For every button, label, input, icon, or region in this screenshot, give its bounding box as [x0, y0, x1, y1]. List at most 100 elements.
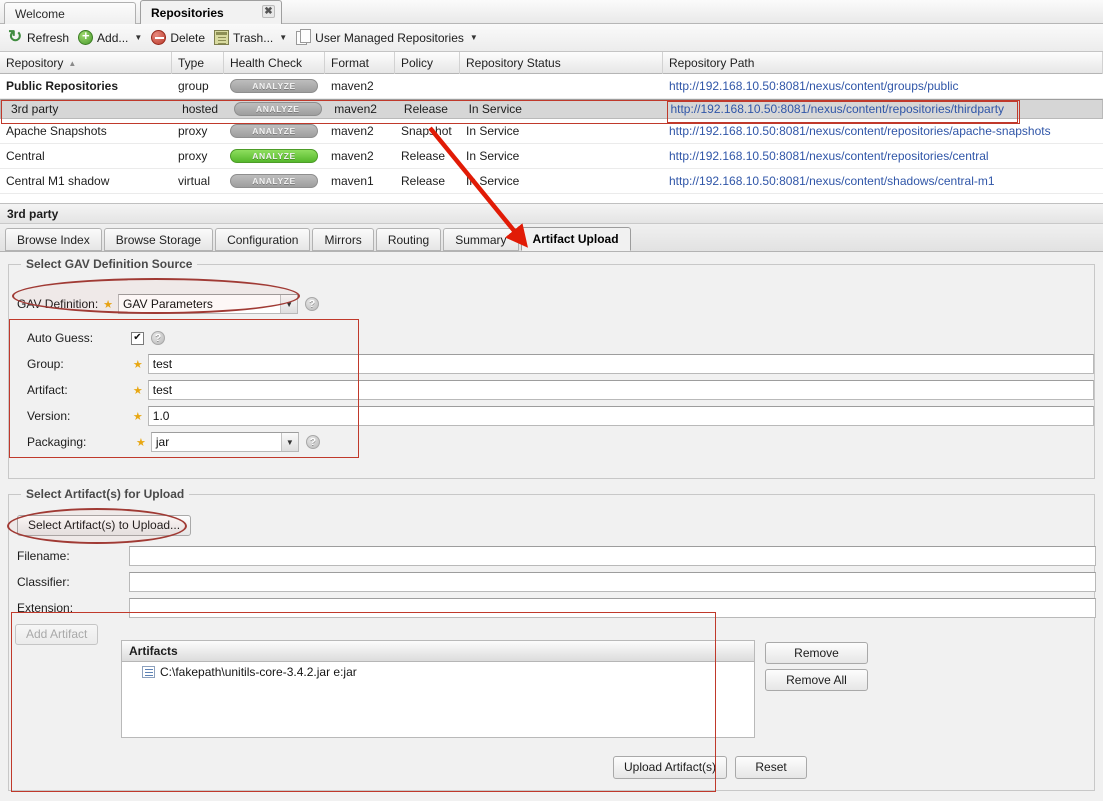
extension-label: Extension: [17, 601, 74, 615]
classifier-row: Classifier: [17, 571, 1096, 593]
upload-actions-row: Upload Artifact(s) Reset [613, 755, 808, 779]
help-icon[interactable]: ? [151, 331, 165, 345]
pages-icon [296, 29, 312, 45]
cell-repository: Public Repositories [6, 79, 119, 93]
sort-ascending-icon: ▲ [68, 58, 77, 68]
cell-format: maven1 [331, 174, 374, 188]
cell-policy: Release [403, 102, 448, 116]
column-header-format[interactable]: Format [325, 52, 395, 74]
tab-repositories[interactable]: Repositories ✖ [140, 0, 282, 24]
cell-repository-path[interactable]: http://192.168.10.50:8081/nexus/content/… [664, 97, 1102, 122]
tab-welcome[interactable]: Welcome [4, 2, 136, 24]
column-header-repository-status[interactable]: Repository Status [460, 52, 663, 74]
reset-button[interactable]: Reset [735, 755, 808, 779]
cell-repository: Central M1 shadow [6, 174, 110, 188]
repository-toolbar: Refresh Add... ▼ Delete Trash... ▼ User … [0, 24, 1103, 52]
table-row[interactable]: Central M1 shadow virtual ANALYZE maven1… [0, 169, 1103, 194]
analyze-button[interactable]: ANALYZE [230, 174, 318, 188]
artifact-upload-panel: Select GAV Definition Source GAV Definit… [0, 252, 1103, 801]
artifact-input[interactable] [147, 380, 1094, 400]
column-header-health-check[interactable]: Health Check [224, 52, 325, 74]
tab-mirrors[interactable]: Mirrors [312, 228, 374, 251]
refresh-icon [8, 27, 23, 47]
delete-label: Delete [170, 30, 205, 45]
cell-status: In Service [466, 124, 520, 138]
column-header-repository[interactable]: Repository ▲ [0, 52, 172, 74]
gav-definition-row: GAV Definition: GAV Parameters ▼ ? [17, 293, 320, 315]
version-label: Version: [27, 409, 71, 423]
cell-repository-path[interactable]: http://192.168.10.50:8081/nexus/content/… [663, 144, 1103, 169]
required-star-icon [133, 358, 143, 371]
column-header-policy[interactable]: Policy [395, 52, 460, 74]
remove-all-button[interactable]: Remove All [765, 669, 868, 691]
add-artifact-button[interactable]: Add Artifact [15, 623, 99, 645]
filename-input[interactable] [129, 546, 1096, 566]
trash-button[interactable]: Trash... ▼ [211, 27, 293, 49]
auto-guess-checkbox[interactable]: ✔ [131, 331, 144, 345]
filename-row: Filename: [17, 545, 1096, 567]
classifier-label: Classifier: [17, 575, 70, 589]
tab-routing[interactable]: Routing [375, 228, 442, 251]
cell-format: maven2 [334, 102, 377, 116]
version-row: Version: [27, 405, 1094, 427]
chevron-down-icon[interactable]: ▼ [280, 295, 298, 313]
classifier-input[interactable] [129, 572, 1096, 592]
packaging-select[interactable]: jar ▼ [150, 432, 299, 452]
upload-fieldset-legend: Select Artifact(s) for Upload [21, 487, 190, 501]
cell-health-check: ANALYZE [228, 97, 328, 122]
cell-health-check: ANALYZE [224, 169, 325, 194]
select-artifacts-to-upload-button[interactable]: Select Artifact(s) to Upload... [17, 514, 192, 536]
add-button[interactable]: Add... ▼ [75, 27, 148, 49]
analyze-button[interactable]: ANALYZE [233, 102, 322, 116]
tab-repositories-label: Repositories [151, 5, 224, 20]
analyze-button[interactable]: ANALYZE [230, 149, 318, 163]
tab-artifact-upload[interactable]: Artifact Upload [520, 227, 631, 251]
analyze-button[interactable]: ANALYZE [230, 124, 318, 138]
tab-browse-storage[interactable]: Browse Storage [103, 228, 214, 251]
table-row[interactable]: Central proxy ANALYZE maven2 Release In … [0, 144, 1103, 169]
table-row[interactable]: Apache Snapshots proxy ANALYZE maven2 Sn… [0, 119, 1103, 144]
extension-input[interactable] [129, 598, 1096, 618]
cell-repository-path[interactable]: http://192.168.10.50:8081/nexus/content/… [663, 169, 1103, 194]
cell-repository-path[interactable]: http://192.168.10.50:8081/nexus/content/… [663, 119, 1103, 144]
trash-label: Trash... [233, 30, 274, 45]
artifact-label: Artifact: [27, 383, 68, 397]
tab-summary[interactable]: Summary [443, 228, 519, 251]
table-row[interactable]: 3rd party hosted ANALYZE maven2 Release … [0, 99, 1103, 119]
cell-status: In Service [466, 149, 520, 163]
remove-row: Remove [765, 642, 868, 664]
cell-repository-path[interactable]: http://192.168.10.50:8081/nexus/content/… [663, 74, 1103, 99]
list-item[interactable]: C:\fakepath\unitils-core-3.4.2.jar e:jar [122, 662, 754, 682]
tab-configuration[interactable]: Configuration [215, 228, 311, 251]
chevron-down-icon[interactable]: ▼ [280, 433, 298, 451]
chevron-down-icon: ▼ [134, 33, 143, 42]
upload-artifacts-button[interactable]: Upload Artifact(s) [613, 755, 728, 779]
version-input[interactable] [147, 406, 1094, 426]
cell-format: maven2 [331, 149, 374, 163]
close-icon[interactable]: ✖ [262, 5, 275, 18]
cell-type: hosted [182, 102, 219, 116]
cell-repository: Apache Snapshots [6, 124, 107, 138]
cell-policy: Release [401, 174, 446, 188]
repository-grid: Repository ▲ Type Health Check Format Po… [0, 52, 1103, 194]
user-managed-repositories-label: User Managed Repositories [315, 30, 464, 45]
column-header-repository-path[interactable]: Repository Path [663, 52, 1103, 74]
tab-browse-index[interactable]: Browse Index [5, 228, 102, 251]
chevron-down-icon: ▼ [469, 33, 478, 42]
table-row[interactable]: Public Repositories group ANALYZE maven2… [0, 74, 1103, 99]
gav-definition-select[interactable]: GAV Parameters ▼ [118, 294, 299, 314]
remove-button[interactable]: Remove [765, 642, 868, 664]
auto-guess-row: Auto Guess: ✔ ? [27, 327, 165, 349]
delete-button[interactable]: Delete [148, 27, 211, 49]
help-icon[interactable]: ? [305, 297, 320, 311]
group-input[interactable] [147, 354, 1094, 374]
refresh-button[interactable]: Refresh [5, 27, 75, 49]
cell-type: virtual [178, 174, 211, 188]
user-managed-repositories-button[interactable]: User Managed Repositories ▼ [293, 27, 484, 49]
gav-definition-label: GAV Definition: [17, 297, 99, 311]
analyze-button[interactable]: ANALYZE [230, 79, 318, 93]
packaging-label: Packaging: [27, 435, 87, 449]
required-star-icon [133, 384, 143, 397]
column-header-type[interactable]: Type [172, 52, 224, 74]
help-icon[interactable]: ? [305, 435, 320, 449]
